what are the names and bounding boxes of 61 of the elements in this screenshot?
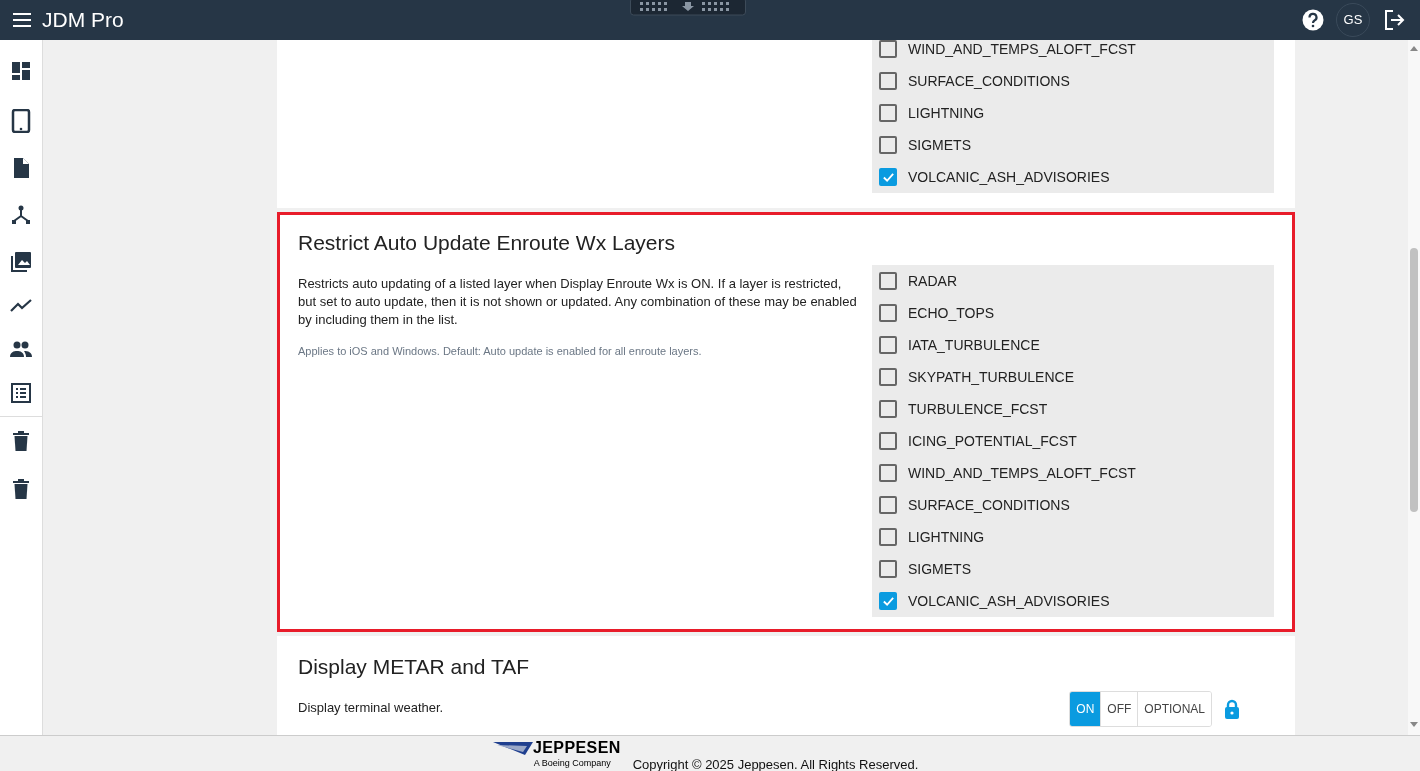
checkbox-option[interactable]: WIND_AND_TEMPS_ALOFT_FCST [872, 40, 1274, 65]
checkbox[interactable] [879, 304, 897, 322]
checkbox[interactable] [879, 496, 897, 514]
toggle-option[interactable]: OPTIONAL [1137, 692, 1211, 726]
checkbox[interactable] [879, 72, 897, 90]
copyright-text: Copyright © 2025 Jeppesen. All Rights Reserved. [632, 756, 919, 771]
checkbox-option[interactable]: IATA_TURBULENCE [872, 329, 1274, 361]
scroll-up-icon[interactable] [1410, 46, 1418, 51]
trend-line-icon[interactable] [10, 299, 32, 313]
checkbox[interactable] [879, 272, 897, 290]
checkbox[interactable] [879, 336, 897, 354]
app-title: JDM Pro [42, 7, 124, 34]
checkbox-option[interactable]: SKYPATH_TURBULENCE [872, 361, 1274, 393]
hierarchy-icon[interactable] [11, 205, 31, 225]
checkbox-option[interactable]: SIGMETS [872, 129, 1274, 161]
company-logo: JEPPESEN A Boeing Company [493, 740, 621, 768]
checkbox-option[interactable]: VOLCANIC_ASH_ADVISORIES [872, 585, 1274, 617]
scroll-down-icon[interactable] [1410, 722, 1418, 727]
people-icon[interactable] [10, 341, 32, 357]
checkbox-option[interactable]: SURFACE_CONDITIONS [872, 489, 1274, 521]
checkbox[interactable] [879, 168, 897, 186]
checkbox[interactable] [879, 464, 897, 482]
checkbox[interactable] [879, 368, 897, 386]
checkbox-option[interactable]: ECHO_TOPS [872, 297, 1274, 329]
scrollbar[interactable] [1408, 40, 1420, 735]
tablet-icon[interactable] [11, 109, 31, 133]
checkbox[interactable] [879, 432, 897, 450]
checkbox-option[interactable]: ICING_POTENTIAL_FCST [872, 425, 1274, 457]
checkbox-option[interactable]: LIGHTNING [872, 97, 1274, 129]
photo-library-icon[interactable] [10, 251, 32, 273]
checkbox[interactable] [879, 136, 897, 154]
checkbox[interactable] [879, 400, 897, 418]
section-title: Restrict Auto Update Enroute Wx Layers [298, 230, 676, 256]
checkbox-option[interactable]: LIGHTNING [872, 521, 1274, 553]
section-description: Display terminal weather. [298, 699, 445, 717]
checkmark-icon [881, 170, 895, 184]
checkbox[interactable] [879, 104, 897, 122]
trash-icon[interactable] [13, 479, 29, 499]
document-icon[interactable] [12, 157, 30, 179]
logout-icon[interactable] [1384, 10, 1406, 30]
user-avatar[interactable]: GS [1336, 3, 1370, 37]
checkbox[interactable] [879, 592, 897, 610]
checkbox-option[interactable]: VOLCANIC_ASH_ADVISORIES [872, 161, 1274, 193]
help-icon[interactable] [1302, 9, 1324, 31]
trash-icon[interactable] [13, 431, 29, 451]
checkbox-option[interactable]: RADAR [872, 265, 1274, 297]
checkmark-icon [881, 594, 895, 608]
menu-icon[interactable] [12, 12, 32, 28]
section-description: Restricts auto updating of a listed layer when Display Enroute Wx is ON. If a layer is restricted, but set to auto update, then it is not shown or updated. Any combination of these may be enabled by including them in the list. [298, 275, 858, 329]
checkbox[interactable] [879, 40, 897, 58]
section-title: Display METAR and TAF [298, 654, 531, 680]
list-icon[interactable] [11, 383, 31, 403]
drawer-handle[interactable] [630, 0, 746, 16]
dashboard-icon[interactable] [11, 61, 31, 81]
section-note: Applies to iOS and Windows. Default: Auto update is enabled for all enroute layers. [298, 344, 703, 359]
checkbox[interactable] [879, 560, 897, 578]
checkbox-option[interactable]: WIND_AND_TEMPS_ALOFT_FCST [872, 457, 1274, 489]
checkbox-option[interactable]: TURBULENCE_FCST [872, 393, 1274, 425]
checkbox-option[interactable]: SIGMETS [872, 553, 1274, 585]
checkbox[interactable] [879, 528, 897, 546]
checkbox-option[interactable]: SURFACE_CONDITIONS [872, 65, 1274, 97]
